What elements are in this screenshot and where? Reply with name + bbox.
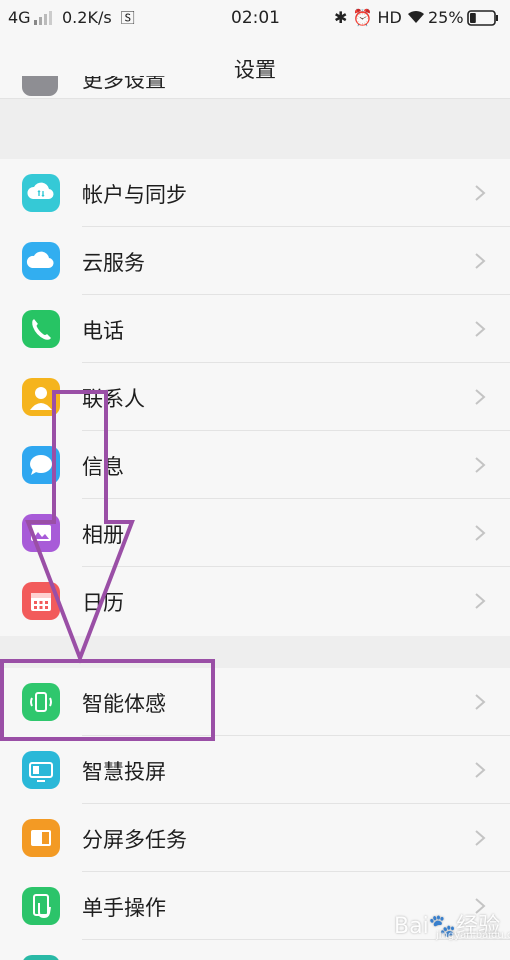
status-bar: 4G 0.2K/s 🅂 02:01 ✱ ⏰ HD 25% (0, 0, 510, 36)
item-label: 相册 (82, 523, 124, 547)
settings-item-messages[interactable]: 信息 (0, 431, 510, 499)
cloud-icon (22, 242, 60, 280)
photo-icon (22, 514, 60, 552)
battery-icon (467, 10, 499, 26)
group-gap (0, 99, 510, 159)
smart-motion-icon (22, 683, 60, 721)
status-icons: ✱ ⏰ HD (334, 8, 425, 27)
contact-icon (22, 378, 60, 416)
watermark-url: jingyan.baidu.com (436, 930, 510, 941)
item-label: 智能体感 (82, 692, 166, 716)
item-label: 日历 (82, 591, 124, 615)
settings-item-screen-cast[interactable]: 智慧投屏 (0, 736, 510, 804)
hd-badge: HD (377, 8, 402, 27)
chevron-right-icon (475, 762, 486, 778)
chevron-right-icon (475, 253, 486, 269)
partial-item-label: 更多设置 (82, 76, 166, 92)
settings-item-phone[interactable]: 电话 (0, 295, 510, 363)
item-label: 信息 (82, 455, 124, 479)
item-label: 分屏多任务 (82, 828, 187, 852)
chevron-right-icon (475, 185, 486, 201)
item-label: 电话 (82, 319, 124, 343)
one-hand-icon (22, 887, 60, 925)
clock: 02:01 (231, 8, 280, 28)
item-label: 帐户与同步 (82, 183, 187, 207)
chevron-right-icon (475, 321, 486, 337)
chevron-right-icon (475, 694, 486, 710)
settings-item-smart-motion[interactable]: 智能体感 (0, 668, 510, 736)
chevron-right-icon (475, 389, 486, 405)
network-type: 4G (8, 8, 31, 27)
wifi-icon (407, 8, 425, 27)
message-icon (22, 446, 60, 484)
more-settings-icon (22, 76, 58, 96)
screen-cast-icon (22, 751, 60, 789)
item-label: 云服务 (82, 251, 145, 275)
phone-icon (22, 310, 60, 348)
settings-item-account-sync[interactable]: 帐户与同步 (0, 159, 510, 227)
signal-icon (34, 10, 54, 25)
chevron-right-icon (475, 457, 486, 473)
split-screen-icon (22, 819, 60, 857)
bluetooth-icon: ✱ (334, 8, 348, 27)
battery-percent: 25% (428, 8, 464, 27)
screenshot-saver-icon: 🅂 (120, 11, 135, 27)
settings-item-split-screen[interactable]: 分屏多任务 (0, 804, 510, 872)
item-label: 智慧投屏 (82, 760, 166, 784)
item-label: 单手操作 (82, 896, 166, 920)
settings-item-calendar[interactable]: 日历 (0, 567, 510, 635)
calendar-icon (22, 582, 60, 620)
watermark: Bai🐾经验 jingyan.baidu.com (390, 900, 510, 946)
chevron-right-icon (475, 830, 486, 846)
settings-item-album[interactable]: 相册 (0, 499, 510, 567)
settings-item-contacts[interactable]: 联系人 (0, 363, 510, 431)
group-gap (0, 636, 510, 668)
partial-list-item[interactable]: 更多设置 (0, 76, 510, 98)
alarm-icon: ⏰ (352, 8, 373, 27)
partial-icon (22, 955, 60, 960)
cloud-sync-icon (22, 174, 60, 212)
network-speed: 0.2K/s 🅂 (62, 8, 135, 27)
chevron-right-icon (475, 593, 486, 609)
settings-item-cloud-service[interactable]: 云服务 (0, 227, 510, 295)
item-label: 联系人 (82, 387, 145, 411)
chevron-right-icon (475, 525, 486, 541)
